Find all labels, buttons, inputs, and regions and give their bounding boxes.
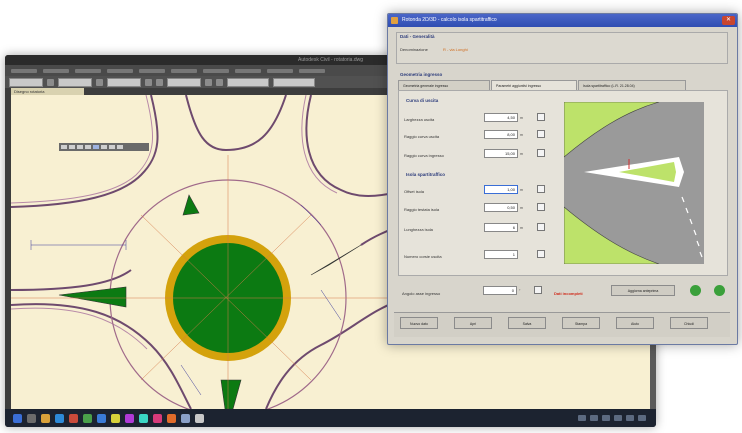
tab-isola-spartitraffico[interactable]: Isola spartitraffico (L.R. 21.28.04) (578, 80, 686, 90)
toolbar-button[interactable] (96, 78, 103, 86)
section-title: Geometria ingresso (400, 72, 443, 77)
app-icon[interactable] (69, 413, 78, 423)
raggio-testata-input[interactable]: 0,50 (484, 203, 518, 212)
browser-icon[interactable] (55, 413, 64, 423)
app-icon[interactable] (111, 413, 120, 423)
south-splitter-island (220, 379, 242, 409)
unit-label: m (520, 152, 523, 156)
footer-button[interactable]: Nuovo dato (400, 317, 438, 329)
toolbar-field[interactable] (227, 77, 269, 87)
drawing-tab[interactable]: Disegno rotatoria (11, 88, 84, 95)
toolbar-field[interactable] (273, 77, 315, 87)
app-icon[interactable] (195, 413, 204, 423)
tab-geometria-generale[interactable]: Geometria generale ingresso (398, 80, 490, 90)
island-group-title: Isola spartitraffico (406, 172, 446, 177)
floating-toolbar[interactable] (59, 143, 149, 151)
unit-label: m (520, 133, 523, 137)
field-label: Raggio curva ingresso (404, 153, 444, 158)
folder-icon[interactable] (41, 413, 50, 423)
denominazione-value[interactable]: R - via Longhi (443, 47, 468, 52)
dialog-titlebar: Rotonda 2D/3D - calcolo isola spartitraf… (388, 14, 737, 27)
app-icon[interactable] (97, 413, 106, 423)
footer-button[interactable]: Salva (508, 317, 546, 329)
system-tray[interactable] (578, 415, 656, 421)
larghezza-uscita-input[interactable]: 4,50 (484, 113, 518, 122)
style-dropdown[interactable] (167, 77, 201, 87)
tab-parametri-aggiuntivi[interactable]: Parametri aggiuntivi ingresso (491, 80, 577, 90)
footer-button[interactable]: Apri (454, 317, 492, 329)
raggio-curva-uscita-input[interactable]: 8,00 (484, 130, 518, 139)
field-label: Offset isola (404, 189, 424, 194)
checkbox[interactable] (537, 203, 545, 211)
preview-image (564, 102, 704, 264)
lunghezza-isola-input[interactable]: 6 (484, 223, 518, 232)
checkbox[interactable] (537, 185, 545, 193)
unit-label: m (520, 116, 523, 120)
toolbar-button[interactable] (156, 78, 163, 86)
raggio-curva-ingresso-input[interactable]: 15,00 (484, 149, 518, 158)
color-dropdown[interactable] (58, 77, 92, 87)
linetype-dropdown[interactable] (107, 77, 141, 87)
app-icon[interactable] (125, 413, 134, 423)
unit-label: ° (519, 289, 521, 293)
taskbar (5, 409, 656, 427)
field-label: Larghezza uscita (404, 117, 435, 122)
start-icon[interactable] (13, 413, 22, 423)
spinner[interactable] (537, 250, 545, 258)
toolbar-button[interactable] (216, 78, 223, 86)
app-icon[interactable] (167, 413, 176, 423)
west-splitter-island (58, 286, 127, 308)
field-label: Raggio testata isola (404, 207, 440, 212)
toolbar-button[interactable] (47, 78, 54, 86)
unit-label: m (520, 226, 523, 230)
app-icon[interactable] (139, 413, 148, 423)
field-label: Raggio curva uscita (404, 134, 440, 139)
search-icon[interactable] (27, 413, 36, 423)
checkbox[interactable] (537, 130, 545, 138)
checkbox[interactable] (537, 223, 545, 231)
unit-label: m (520, 188, 523, 192)
dialog-window: Rotonda 2D/3D - calcolo isola spartitraf… (387, 13, 738, 345)
warning-text: Dati incompleti (554, 291, 583, 296)
toolbar-button[interactable] (205, 78, 212, 86)
footer-button[interactable]: Chiudi (670, 317, 708, 329)
field-label: Numero corsie uscita (404, 254, 442, 259)
layer-dropdown[interactable] (9, 77, 43, 87)
apply-icon[interactable] (714, 285, 725, 296)
dialog-title: Rotonda 2D/3D - calcolo isola spartitraf… (402, 17, 497, 23)
footer-button[interactable]: Aiuto (616, 317, 654, 329)
close-icon[interactable]: ✕ (722, 16, 735, 25)
spinner[interactable] (534, 286, 542, 294)
unit-label: m (520, 206, 523, 210)
offset-isola-input[interactable]: 1,00 (484, 185, 518, 194)
app-icon[interactable] (181, 413, 190, 423)
checkbox[interactable] (537, 113, 545, 121)
curve-group-title: Curva di uscita (406, 98, 439, 103)
ok-icon[interactable] (690, 285, 701, 296)
checkbox[interactable] (537, 149, 545, 157)
footer-button[interactable]: Stampa (562, 317, 600, 329)
update-preview-button[interactable]: Aggiorna anteprima (611, 285, 675, 296)
toolbar-button[interactable] (145, 78, 152, 86)
angle-input[interactable]: 0 (483, 286, 517, 295)
angle-label: Angolo asse ingresso (402, 291, 441, 296)
denominazione-label: Denominazione (400, 47, 428, 52)
header-group-title: Dati - Generalità (400, 34, 435, 39)
north-splitter-island (182, 194, 200, 216)
app-icon[interactable] (153, 413, 162, 423)
app-icon[interactable] (83, 413, 92, 423)
numero-corsie-input[interactable]: 1 (484, 250, 518, 259)
field-label: Lunghezza isola (404, 227, 433, 232)
app-logo-icon (391, 17, 398, 24)
